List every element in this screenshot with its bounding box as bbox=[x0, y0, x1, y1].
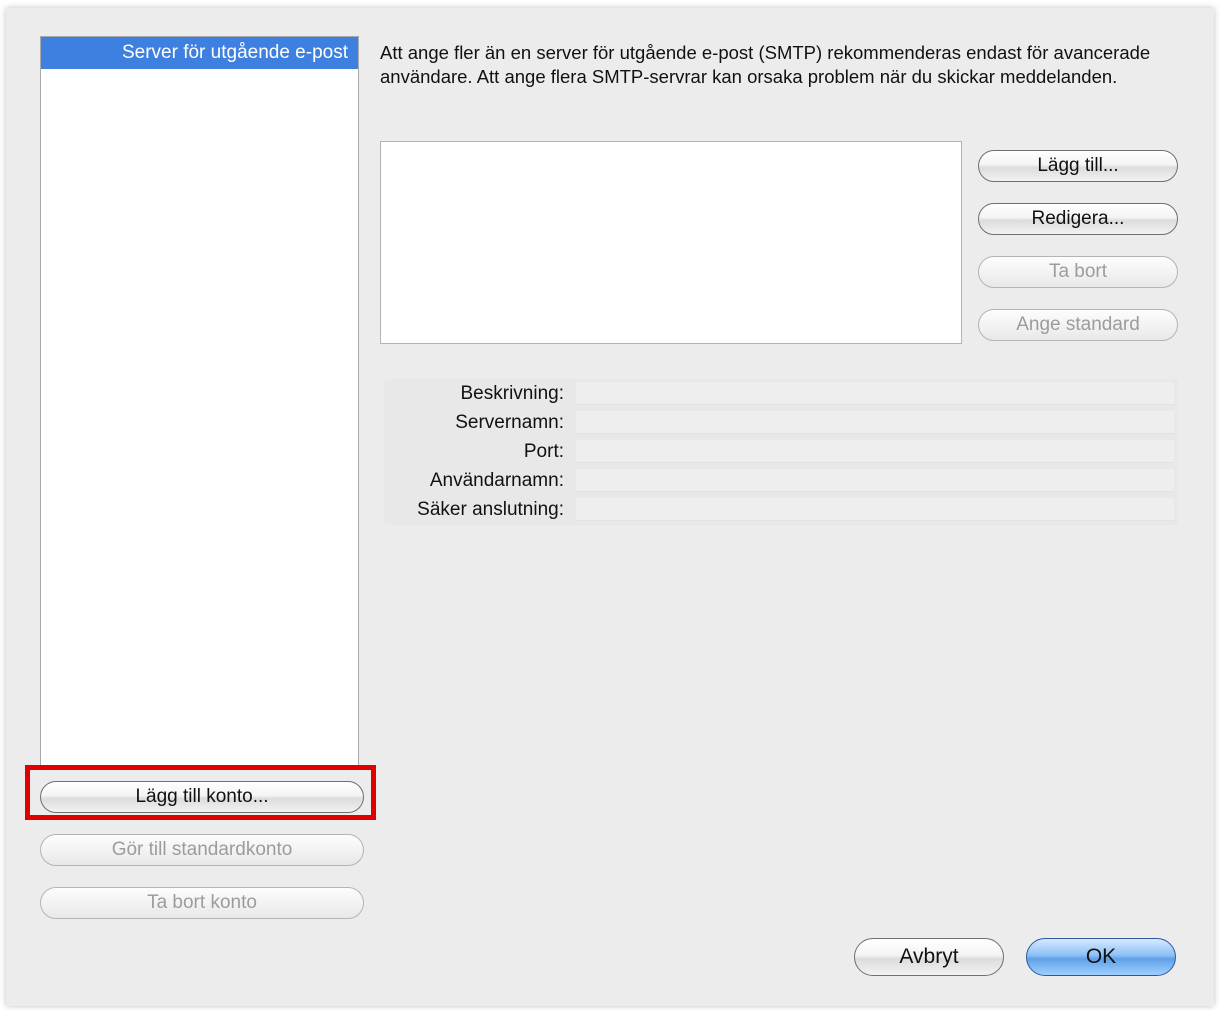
make-default-account-button[interactable]: Gör till standardkonto bbox=[40, 834, 364, 866]
add-server-button[interactable]: Lägg till... bbox=[978, 150, 1178, 182]
details-row-server-name: Servernamn: bbox=[384, 408, 1178, 437]
remove-account-button[interactable]: Ta bort konto bbox=[40, 887, 364, 919]
username-label: Användarnamn: bbox=[429, 470, 564, 491]
secure-connection-label: Säker anslutning: bbox=[417, 499, 564, 520]
remove-server-button[interactable]: Ta bort bbox=[978, 256, 1178, 288]
username-value bbox=[576, 469, 1174, 492]
port-value bbox=[576, 440, 1174, 463]
smtp-description: Att ange fler än en server för utgående … bbox=[380, 42, 1151, 87]
port-label: Port: bbox=[523, 441, 564, 462]
ok-button[interactable]: OK bbox=[1026, 938, 1176, 976]
details-row-username: Användarnamn: bbox=[384, 466, 1178, 495]
set-default-server-button[interactable]: Ange standard bbox=[978, 309, 1178, 341]
secure-connection-value bbox=[576, 498, 1174, 521]
details-row-port: Port: bbox=[384, 437, 1178, 466]
description-value bbox=[576, 382, 1174, 405]
edit-server-button[interactable]: Redigera... bbox=[978, 203, 1178, 235]
smtp-server-list[interactable] bbox=[380, 141, 962, 344]
sidebar-item-outgoing-server[interactable]: Server för utgående e-post bbox=[41, 37, 358, 69]
cancel-button[interactable]: Avbryt bbox=[854, 938, 1004, 976]
account-list[interactable]: Server för utgående e-post bbox=[40, 36, 359, 766]
description-label: Beskrivning: bbox=[460, 383, 565, 404]
details-row-secure-connection: Säker anslutning: bbox=[384, 495, 1178, 524]
highlight-box bbox=[25, 765, 376, 820]
server-name-value bbox=[576, 411, 1174, 434]
details-row-description: Beskrivning: bbox=[384, 379, 1178, 408]
server-details-panel: Beskrivning: Servernamn: Port: Användarn… bbox=[384, 379, 1178, 525]
server-name-label: Servernamn: bbox=[455, 412, 564, 433]
